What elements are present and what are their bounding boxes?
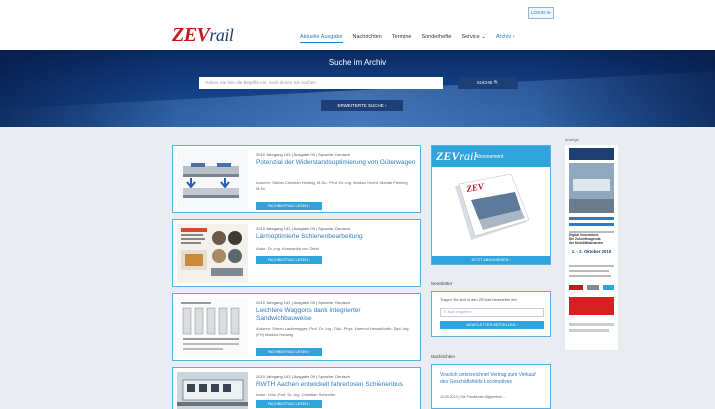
- article-title[interactable]: Potenzial der Widerstandsoptimierung von…: [256, 159, 416, 167]
- advertisement-banner[interactable]: Digital Innovations Die Zukunftsagenda d…: [565, 145, 618, 350]
- logo-zev: ZEV: [172, 24, 210, 46]
- subscription-logo: ZEVrail: [436, 149, 477, 164]
- read-article-button[interactable]: FACHBEITRAG LESEN ›: [256, 348, 322, 356]
- article-card: 2019 Jahrgang 143 | Ausgabe 09 | Sprache…: [172, 145, 421, 213]
- newsletter-subscribe-button[interactable]: NEWSLETTER BESTELLEN ›: [440, 321, 544, 329]
- nav-sonderhefte[interactable]: Sonderhefte: [421, 34, 451, 43]
- ad-label: Anzeige: [565, 138, 579, 142]
- read-article-button[interactable]: FACHBEITRAG LESEN ›: [256, 202, 322, 210]
- subscription-subtitle: Abonnement: [475, 154, 504, 160]
- article-thumbnail[interactable]: [177, 298, 248, 356]
- subscription-box: ZEVrail Abonnement ZEV JETZT ABONNIEREN …: [431, 145, 551, 265]
- newsletter-text: Tragen Sie sich in den ZEVrail-Newslette…: [440, 298, 518, 302]
- newsletter-box: Tragen Sie sich in den ZEVrail-Newslette…: [431, 291, 551, 337]
- main-nav: Aktuelle Ausgabe Nachrichten Termine Son…: [300, 34, 515, 43]
- article-card: 2019 Jahrgang 143 | Ausgabe 09 | Sprache…: [172, 219, 421, 287]
- article-authors: Autoren: Stefan Christian Hellwig, M.Sc.…: [256, 180, 409, 191]
- nav-nachrichten[interactable]: Nachrichten: [353, 34, 382, 43]
- news-item-meta: 10.09.2019 | Die Frankfurter Allgemeine …: [440, 395, 506, 399]
- article-card: 2019 Jahrgang 143 | Ausgabe 09 | Sprache…: [172, 293, 421, 361]
- article-title[interactable]: RWTH Aachen entwickelt fahrerlosen Schie…: [256, 381, 416, 389]
- nav-archiv[interactable]: Archiv ›: [496, 34, 515, 43]
- abo-logo-zev: ZEV: [436, 149, 460, 163]
- advanced-search-button[interactable]: ERWEITERTE SUCHE ›: [321, 100, 403, 111]
- article-thumbnail[interactable]: [177, 224, 248, 282]
- news-item-title[interactable]: Vossloh unterzeichnet Vertrag zum Verkau…: [440, 372, 544, 385]
- article-meta: 2019 Jahrgang 143 | Ausgabe 09 | Sprache…: [256, 152, 350, 157]
- article-title[interactable]: Lärmoptimierte Schienenbearbeitung: [256, 233, 416, 241]
- article-thumbnail[interactable]: [177, 372, 248, 409]
- site-logo[interactable]: ZEVrail: [172, 24, 234, 47]
- logo-rail: rail: [209, 25, 234, 45]
- subscription-header: ZEVrail Abonnement: [432, 146, 550, 167]
- nav-service[interactable]: Service ⌄: [461, 34, 485, 43]
- news-box: Vossloh unterzeichnet Vertrag zum Verkau…: [431, 364, 551, 409]
- article-meta: 2019 Jahrgang 143 | Ausgabe 09 | Sprache…: [256, 300, 350, 305]
- article-authors: Autor: Dr.-Ing. Konstantin von Diest: [256, 246, 319, 251]
- site-header: LOGIN ≫ ZEVrail Aktuelle Ausgabe Nachric…: [0, 0, 715, 50]
- nav-termine[interactable]: Termine: [392, 34, 412, 43]
- hero-title: Suche im Archiv: [328, 58, 387, 67]
- read-article-button[interactable]: FACHBEITRAG LESEN ›: [256, 256, 322, 264]
- ad-line: der Mobilitätsbranche: [569, 241, 604, 246]
- article-authors: Autor: Univ.-Prof. Dr.-Ing. Christian Sc…: [256, 392, 336, 397]
- login-button[interactable]: LOGIN ≫: [528, 7, 554, 19]
- archive-search-input[interactable]: Geben Sie hier die Begriffe ein, nach de…: [199, 77, 443, 89]
- nav-aktuelle-ausgabe[interactable]: Aktuelle Ausgabe: [300, 34, 343, 43]
- search-button[interactable]: SUCHE 🔍: [458, 77, 518, 89]
- article-card: 2019 Jahrgang 143 | Ausgabe 09 | Sprache…: [172, 367, 421, 409]
- read-article-button[interactable]: FACHBEITRAG LESEN ›: [256, 400, 322, 408]
- article-title[interactable]: Leichtere Waggons dank integrierter Sand…: [256, 307, 416, 323]
- subscribe-button[interactable]: JETZT ABONNIEREN ›: [432, 256, 550, 264]
- news-heading: Nachrichten: [431, 354, 456, 359]
- article-meta: 2019 Jahrgang 143 | Ausgabe 09 | Sprache…: [256, 374, 350, 379]
- article-meta: 2019 Jahrgang 143 | Ausgabe 09 | Sprache…: [256, 226, 350, 231]
- article-thumbnail[interactable]: [177, 150, 248, 208]
- magazine-cover-image[interactable]: ZEV: [449, 173, 533, 244]
- archive-search-hero: Suche im Archiv Geben Sie hier die Begri…: [0, 50, 715, 127]
- newsletter-email-input[interactable]: E-Mail eingeben: [440, 308, 544, 317]
- article-authors: Autoren: Simon Laufenegger; Prof. Dr.-In…: [256, 326, 410, 337]
- newsletter-heading: Newsletter: [431, 281, 453, 286]
- ad-date: 1. - 2. Oktober 2019: [571, 249, 612, 254]
